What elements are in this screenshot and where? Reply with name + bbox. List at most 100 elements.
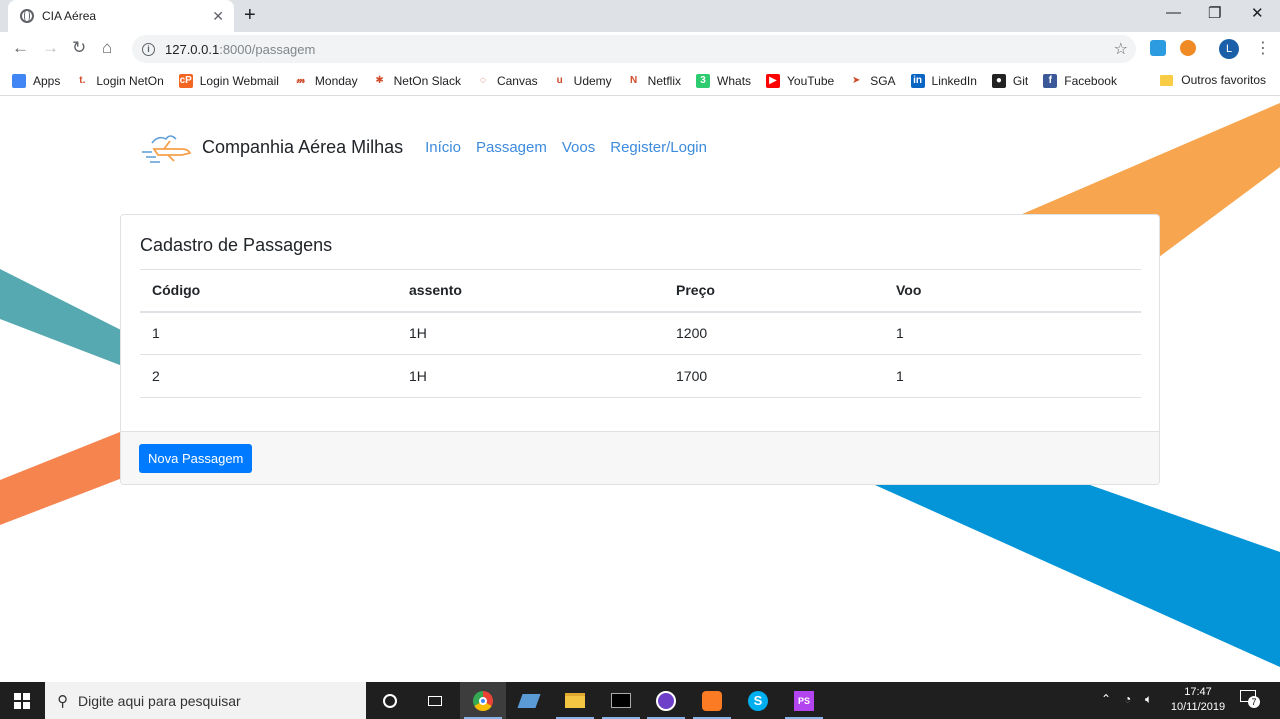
menu-icon[interactable]: ⋮	[1255, 38, 1271, 58]
extension-orange-icon[interactable]	[1180, 40, 1196, 56]
taskbar-search[interactable]: ⚲ Digite aqui para pesquisar	[45, 682, 366, 719]
vscode-azure-icon[interactable]	[506, 682, 552, 719]
chrome-taskbar-icon[interactable]	[460, 682, 506, 719]
bookmark-label: Canvas	[496, 73, 538, 88]
wifi-icon[interactable]: ◔	[1124, 692, 1131, 706]
bookmark-label: SGA	[870, 73, 896, 88]
column-header-codigo: Código	[140, 269, 397, 313]
address-bar[interactable]: i 127.0.0.1:8000/passagem ☆	[132, 35, 1136, 63]
apps-grid-icon	[12, 73, 26, 88]
other-bookmarks[interactable]: Outros favoritos	[1160, 73, 1266, 87]
bookmark-label: Facebook	[1064, 73, 1117, 88]
bookmark-label: Login Webmail	[199, 73, 279, 88]
browser-tab[interactable]: CIA Aérea ✕	[8, 0, 234, 32]
airplane-logo-icon	[142, 135, 192, 163]
table-row: 1 1H 1200 1	[140, 311, 1141, 355]
nav-inicio[interactable]: Início	[425, 139, 461, 156]
netflix-icon: N	[626, 73, 641, 88]
cortana-icon[interactable]	[367, 682, 413, 719]
xampp-icon[interactable]	[689, 682, 735, 719]
search-placeholder: Digite aqui para pesquisar	[78, 692, 241, 709]
bookmark-label: Monday	[314, 73, 358, 88]
bookmark-git[interactable]: ● Git	[991, 73, 1028, 88]
bookmark-linkedin[interactable]: in LinkedIn	[910, 73, 977, 88]
close-window-button[interactable]: ✕	[1251, 4, 1264, 22]
windows-taskbar: ⚲ Digite aqui para pesquisar S PS ⌃ ◔ 🔈︎	[0, 682, 1280, 719]
home-icon[interactable]: ⌂	[102, 38, 112, 58]
bookmark-star-icon[interactable]: ☆	[1114, 39, 1128, 59]
bookmark-udemy[interactable]: u Udemy	[552, 73, 612, 88]
bookmark-login-webmail[interactable]: cP Login Webmail	[178, 73, 279, 88]
bookmark-canvas[interactable]: ◌ Canvas	[475, 73, 538, 88]
nav-passagem[interactable]: Passagem	[476, 139, 547, 156]
forward-icon[interactable]: →	[42, 38, 59, 58]
bookmark-label: Netflix	[647, 73, 682, 88]
clock[interactable]: 17:47 10/11/2019	[1168, 685, 1228, 715]
url-path: :8000/passagem	[219, 41, 316, 57]
extension-trello-icon[interactable]	[1150, 40, 1166, 56]
github-desktop-icon[interactable]	[643, 682, 689, 719]
cell-assento: 1H	[397, 311, 664, 355]
bookmark-login-neton[interactable]: t. Login NetOn	[75, 73, 164, 88]
bookmark-sga[interactable]: ➤ SGA	[849, 73, 896, 88]
bookmark-label: Udemy	[573, 73, 612, 88]
bookmark-apps[interactable]: Apps	[12, 73, 60, 88]
volume-icon[interactable]: 🔈︎	[1145, 692, 1152, 707]
brand-name: Companhia Aérea Milhas	[202, 136, 404, 157]
tab-title: CIA Aérea	[42, 9, 97, 23]
skype-icon[interactable]: S	[735, 682, 781, 719]
bookmark-label: LinkedIn	[931, 73, 977, 88]
globe-icon	[20, 9, 34, 23]
neton-icon: t.	[75, 73, 90, 88]
column-header-voo: Voo	[884, 269, 1141, 313]
stripe-orange-left	[0, 430, 125, 525]
monday-icon: 𝓂	[293, 73, 308, 88]
nav-register-login[interactable]: Register/Login	[610, 139, 707, 156]
reload-icon[interactable]: ↻	[72, 38, 86, 58]
back-icon[interactable]: ←	[12, 38, 29, 58]
browser-toolbar: ← → ↻ ⌂ i 127.0.0.1:8000/passagem ☆ L ⋮	[0, 32, 1280, 66]
nav-voos[interactable]: Voos	[562, 139, 595, 156]
passagens-card: Cadastro de Passagens Código assento Pre…	[120, 214, 1160, 485]
phpstorm-icon[interactable]: PS	[781, 682, 827, 719]
whatsapp-icon: 3	[696, 73, 711, 88]
bookmark-neton-slack[interactable]: ✱ NetOn Slack	[372, 73, 461, 88]
brand[interactable]: Companhia Aérea Milhas	[138, 127, 403, 167]
bookmark-netflix[interactable]: N Netflix	[626, 73, 682, 88]
profile-avatar[interactable]: L	[1219, 39, 1239, 59]
notification-count: 7	[1248, 696, 1260, 708]
cell-preco: 1200	[664, 311, 884, 355]
bookmark-youtube[interactable]: ▶ YouTube	[766, 73, 834, 88]
bookmark-monday[interactable]: 𝓂 Monday	[293, 73, 358, 88]
table-header-row: Código assento Preço Voo	[140, 269, 1141, 313]
url-host: 127.0.0.1	[165, 41, 220, 57]
restore-button[interactable]: ❐	[1208, 4, 1221, 22]
file-explorer-icon[interactable]	[552, 682, 598, 719]
folder-icon	[1160, 74, 1174, 86]
bookmark-label: Login NetOn	[96, 73, 164, 88]
nova-passagem-button[interactable]: Nova Passagem	[139, 444, 253, 473]
other-bookmarks-label: Outros favoritos	[1181, 73, 1266, 87]
new-tab-button[interactable]: +	[244, 4, 256, 27]
webmail-icon: cP	[178, 73, 193, 88]
tab-close-icon[interactable]: ✕	[212, 8, 224, 25]
youtube-icon: ▶	[766, 73, 781, 88]
stripe-blue	[875, 485, 1280, 667]
cell-codigo: 1	[140, 311, 397, 355]
bookmark-whats[interactable]: 3 Whats	[696, 73, 752, 88]
notifications-icon[interactable]: 7	[1240, 690, 1260, 708]
bookmark-label: Whats	[717, 73, 752, 88]
terminal-icon[interactable]	[598, 682, 644, 719]
minimize-button[interactable]: —	[1166, 4, 1181, 21]
canvas-icon: ◌	[475, 73, 490, 88]
windows-start-icon[interactable]	[14, 693, 30, 709]
task-view-icon[interactable]	[412, 682, 458, 719]
card-footer: Nova Passagem	[121, 431, 1159, 484]
bookmarks-bar: Apps t. Login NetOn cP Login Webmail 𝓂 Monday ✱…	[0, 66, 1280, 96]
show-hidden-icons[interactable]: ⌃	[1101, 692, 1111, 706]
udemy-icon: u	[552, 73, 567, 88]
cell-voo: 1	[884, 354, 1141, 398]
page-content: Companhia Aérea Milhas Início Passagem V…	[0, 97, 1280, 682]
site-info-icon[interactable]: i	[142, 42, 155, 56]
bookmark-facebook[interactable]: f Facebook	[1043, 73, 1117, 88]
